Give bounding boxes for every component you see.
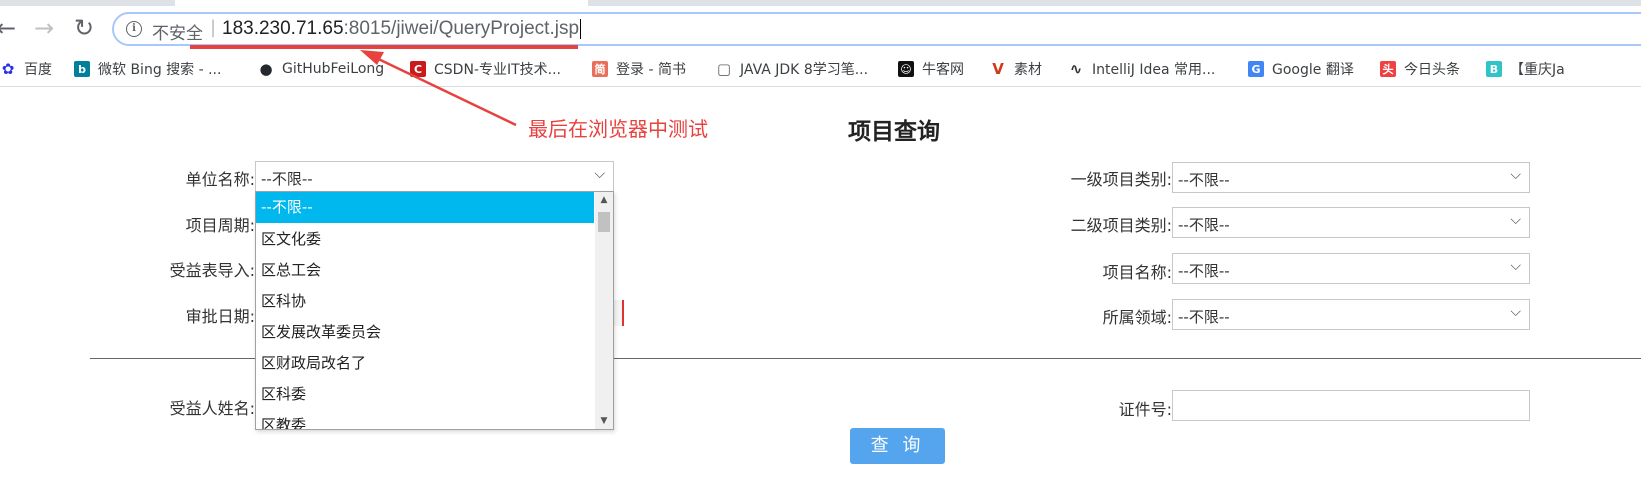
project-name-select-value: --不限--	[1178, 262, 1230, 280]
dropdown-option[interactable]: --不限--	[256, 192, 594, 223]
level2-category-select-value: --不限--	[1178, 216, 1230, 234]
unit-name-select-value: --不限--	[261, 170, 313, 188]
dropdown-option[interactable]: 区科协	[256, 286, 594, 317]
unit-name-dropdown-list[interactable]: 区教委 区科委 区财政局改名了 区发展改革委员会 区科协 区总工会 区文化委 --不限-- ▲…	[255, 191, 614, 430]
dropdown-option[interactable]: 区教委	[256, 410, 594, 429]
project-name-label: 项目名称:	[1102, 263, 1172, 282]
id-number-label: 证件号:	[1118, 400, 1172, 419]
page-title: 项目查询	[848, 119, 940, 145]
dropdown-scrollbar[interactable]: ▲ ▼	[595, 192, 613, 429]
level1-category-select-value: --不限--	[1178, 171, 1230, 189]
field-select-value: --不限--	[1178, 308, 1230, 326]
level1-category-select[interactable]: --不限-- ⌵	[1172, 162, 1530, 193]
level2-category-select[interactable]: --不限-- ⌵	[1172, 207, 1530, 238]
dropdown-option[interactable]: 区财政局改名了	[256, 348, 594, 379]
chevron-down-icon: ⌵	[1510, 258, 1521, 274]
arrow-head	[360, 50, 384, 65]
query-button[interactable]: 查 询	[850, 428, 945, 464]
dropdown-option[interactable]: 区总工会	[256, 255, 594, 286]
project-name-select[interactable]: --不限-- ⌵	[1172, 253, 1530, 284]
approval-date-label: 审批日期:	[185, 307, 255, 326]
scroll-down-icon[interactable]: ▼	[595, 413, 613, 429]
dropdown-option[interactable]: 区科委	[256, 379, 594, 410]
chevron-down-icon: ⌵	[594, 166, 605, 182]
scroll-up-icon[interactable]: ▲	[595, 192, 613, 208]
project-period-label: 项目周期:	[185, 216, 255, 235]
unit-name-select[interactable]: --不限-- ⌵	[255, 161, 614, 192]
chevron-down-icon: ⌵	[1510, 304, 1521, 320]
beneficiary-name-label: 受益人姓名:	[169, 399, 255, 418]
unit-name-label: 单位名称:	[185, 170, 255, 189]
id-number-input[interactable]	[1172, 390, 1530, 421]
beneficiary-import-label: 受益表导入:	[169, 261, 255, 280]
field-label: 所属领域:	[1102, 308, 1172, 327]
chevron-down-icon: ⌵	[1510, 212, 1521, 228]
scrollbar-thumb[interactable]	[598, 212, 610, 232]
dropdown-option[interactable]: 区文化委	[256, 224, 594, 255]
chevron-down-icon: ⌵	[1510, 167, 1521, 183]
field-select[interactable]: --不限-- ⌵	[1172, 299, 1530, 330]
dropdown-option[interactable]: 区发展改革委员会	[256, 317, 594, 348]
arrow-shaft	[367, 52, 517, 127]
annotation-text: 最后在浏览器中测试	[528, 117, 708, 141]
level1-category-label: 一级项目类别:	[1070, 170, 1172, 189]
level2-category-label: 二级项目类别:	[1070, 216, 1172, 235]
